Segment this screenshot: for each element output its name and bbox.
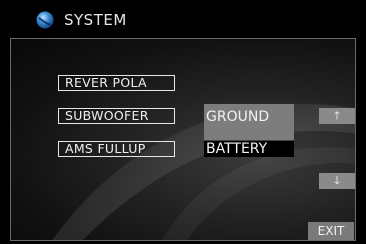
exit-button[interactable]: EXIT <box>308 222 354 240</box>
background-swoosh <box>52 104 355 240</box>
page-title: SYSTEM <box>64 11 127 29</box>
arrow-up-icon: 🡑 <box>334 109 340 122</box>
menu-item-ams-fullup[interactable]: AMS FULLUP <box>58 141 175 157</box>
title-bar: SYSTEM <box>0 0 366 38</box>
arrow-down-icon: 🡓 <box>334 174 340 187</box>
settings-panel: REVER POLA SUBWOOFER AMS FULLUP <box>10 38 356 241</box>
option-list: GROUND BATTERY <box>204 104 294 157</box>
system-screen: SYSTEM REVER POLA SUBWOOFER AMS FULLUP G… <box>0 0 366 244</box>
option-battery[interactable]: BATTERY <box>204 140 294 157</box>
scroll-up-button[interactable]: 🡑 <box>319 108 355 124</box>
scroll-down-button[interactable]: 🡓 <box>319 173 355 189</box>
globe-icon <box>36 11 54 29</box>
menu-item-rever-pola[interactable]: REVER POLA <box>58 75 175 91</box>
menu-item-subwoofer[interactable]: SUBWOOFER <box>58 108 175 124</box>
option-ground[interactable]: GROUND <box>204 104 294 140</box>
